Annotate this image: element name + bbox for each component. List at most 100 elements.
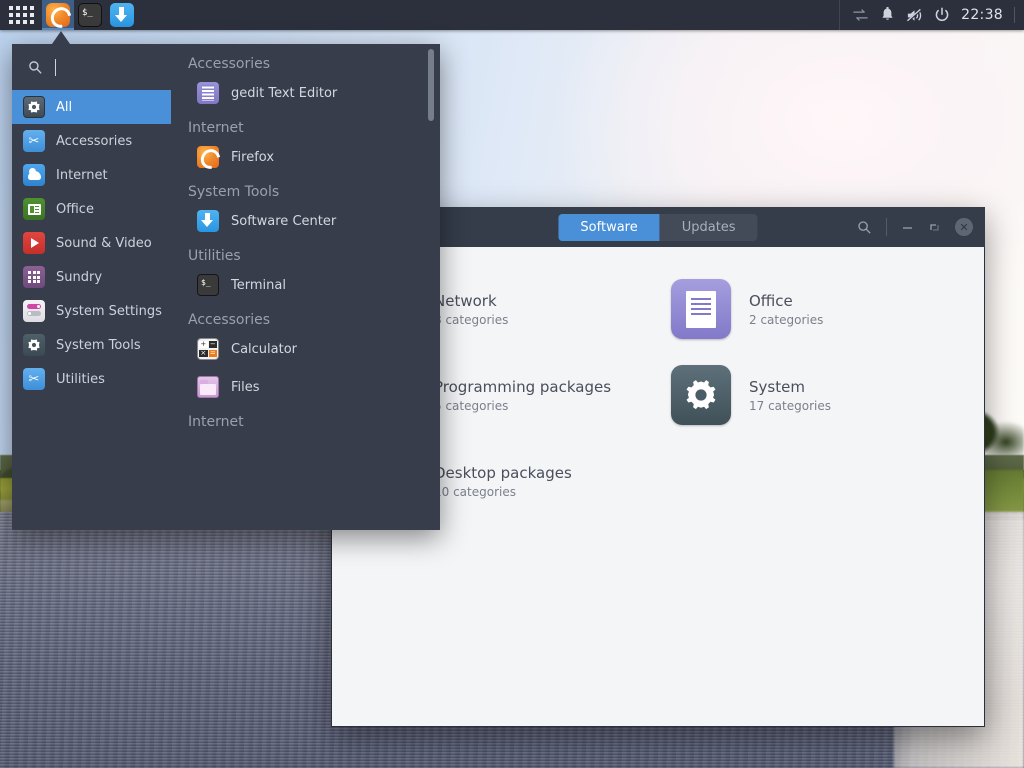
window-controls: ✕: [857, 218, 973, 236]
files-icon: [197, 376, 219, 398]
search-icon: [29, 60, 42, 74]
list-item[interactable]: Firefox: [171, 142, 440, 172]
sidebar-item-label: Accessories: [56, 133, 133, 149]
network-transfer-icon[interactable]: [852, 8, 869, 22]
scrollbar-thumb[interactable]: [428, 49, 434, 121]
category-card-system[interactable]: System 17 categories: [665, 361, 968, 429]
power-icon[interactable]: [934, 7, 950, 23]
category-card-office[interactable]: Office 2 categories: [665, 275, 968, 343]
list-item[interactable]: + − × = Calculator: [171, 334, 440, 364]
menu-scrollbar[interactable]: [428, 49, 434, 469]
sidebar-item-office[interactable]: Office: [12, 192, 171, 226]
group-heading: Utilities: [188, 248, 241, 264]
category-name: System: [749, 377, 805, 396]
grid-icon: [23, 266, 45, 288]
search-input[interactable]: [43, 56, 161, 78]
sidebar-item-utilities[interactable]: ✂ Utilities: [12, 362, 171, 396]
gear-icon: [23, 334, 45, 356]
sidebar-item-accessories[interactable]: ✂ Accessories: [12, 124, 171, 158]
sidebar-item-label: System Tools: [56, 337, 141, 353]
application-menu: All ✂ Accessories Internet Office Sound …: [12, 44, 440, 530]
office-icon: [671, 279, 731, 339]
sidebar-item-label: Sound & Video: [56, 235, 152, 251]
category-count: 17 categories: [749, 398, 831, 413]
bell-icon[interactable]: [880, 7, 895, 23]
text-caret: [55, 58, 56, 76]
menu-pointer-arrow: [52, 31, 70, 44]
menu-application-pane[interactable]: Accessories gedit Text Editor Internet F…: [171, 44, 440, 530]
sidebar-item-label: Sundry: [56, 269, 103, 285]
minimize-button[interactable]: [901, 221, 914, 234]
sidebar-item-label: All: [56, 99, 73, 115]
tab-software[interactable]: Software: [558, 213, 660, 241]
sidebar-item-internet[interactable]: Internet: [12, 158, 171, 192]
app-label: Files: [231, 379, 260, 395]
system-tray: 22:38: [839, 0, 1024, 30]
gedit-icon: [197, 82, 219, 104]
calculator-icon: + − × =: [197, 338, 219, 360]
tray-divider: [1014, 7, 1015, 23]
scissors-icon: ✂: [23, 130, 45, 152]
top-panel: $_ 22:38: [0, 0, 1024, 30]
category-name: Desktop packages: [434, 463, 572, 482]
app-label: Calculator: [231, 341, 298, 357]
menu-search-row[interactable]: [12, 44, 171, 90]
category-count: 10 categories: [434, 484, 516, 499]
gear-icon: [671, 365, 731, 425]
software-center-icon: [197, 210, 219, 232]
volume-muted-icon[interactable]: [906, 8, 923, 23]
group-heading: Internet: [188, 120, 244, 136]
clock[interactable]: 22:38: [961, 7, 1003, 23]
software-center-icon: [110, 3, 134, 27]
tab-updates[interactable]: Updates: [660, 214, 758, 241]
terminal-icon: $_: [197, 274, 219, 296]
play-icon: [23, 232, 45, 254]
app-label: Software Center: [231, 213, 337, 229]
window-tabs: Software Updates: [558, 213, 758, 241]
maximize-button[interactable]: [928, 221, 941, 234]
category-count: 2 categories: [749, 312, 824, 327]
scissors-icon: ✂: [23, 368, 45, 390]
sidebar-item-sundry[interactable]: Sundry: [12, 260, 171, 294]
app-label: Terminal: [231, 277, 286, 293]
firefox-icon: [46, 3, 70, 27]
app-label: Firefox: [231, 149, 275, 165]
cloud-icon: [23, 164, 45, 186]
list-item[interactable]: Files: [171, 372, 440, 402]
gear-icon: [23, 96, 45, 118]
sidebar-item-label: Internet: [56, 167, 108, 183]
category-count: 5 categories: [434, 398, 509, 413]
menu-category-pane: All ✂ Accessories Internet Office Sound …: [12, 44, 171, 530]
group-heading: Internet: [188, 414, 244, 430]
sidebar-item-label: Utilities: [56, 371, 105, 387]
document-icon: [23, 198, 45, 220]
sidebar-item-label: System Settings: [56, 303, 162, 319]
group-heading: Accessories: [188, 312, 271, 328]
category-name: Office: [749, 291, 793, 310]
list-item[interactable]: gedit Text Editor: [171, 78, 440, 108]
list-item[interactable]: Software Center: [171, 206, 440, 236]
sliders-icon: [23, 300, 45, 322]
app-label: gedit Text Editor: [231, 85, 338, 101]
sidebar-item-label: Office: [56, 201, 94, 217]
category-name: Network: [434, 291, 497, 310]
sidebar-item-sound-video[interactable]: Sound & Video: [12, 226, 171, 260]
category-grid: Network 8 categories Office 2 categories: [350, 275, 968, 515]
search-icon[interactable]: [857, 220, 872, 235]
close-button[interactable]: ✕: [955, 218, 973, 236]
category-count: 8 categories: [434, 312, 509, 327]
list-item[interactable]: $_ Terminal: [171, 270, 440, 300]
taskbar-item-terminal[interactable]: $_: [74, 0, 106, 30]
sidebar-item-system-tools[interactable]: System Tools: [12, 328, 171, 362]
sidebar-item-all[interactable]: All: [12, 90, 171, 124]
control-divider: [886, 218, 887, 236]
apps-grid-button[interactable]: [0, 0, 42, 30]
group-heading: System Tools: [188, 184, 280, 200]
category-name: Programming packages: [434, 377, 612, 396]
sidebar-item-system-settings[interactable]: System Settings: [12, 294, 171, 328]
taskbar-item-firefox[interactable]: [42, 0, 74, 30]
taskbar-item-software-center[interactable]: [106, 0, 138, 30]
grid-icon: [8, 6, 34, 24]
firefox-icon: [197, 146, 219, 168]
group-heading: Accessories: [188, 56, 271, 72]
